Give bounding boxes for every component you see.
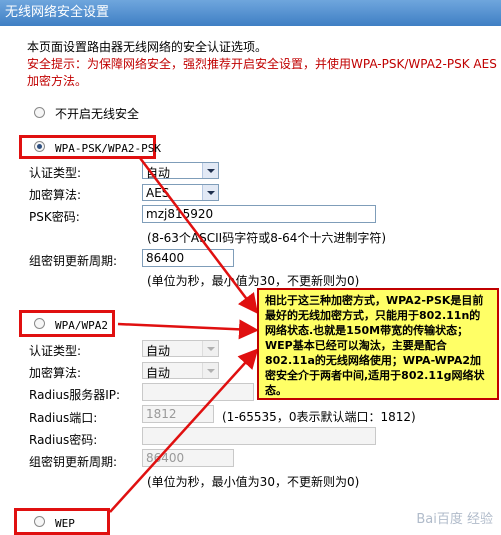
watermark: Bai百度 经验 xyxy=(416,512,493,527)
annotation-arrows xyxy=(109,157,259,513)
arrow-wpa-psk xyxy=(139,157,259,314)
explanation-callout: 相比于这三种加密方式，WPA2-PSK是目前最好的无线加密方式，只能用于802.… xyxy=(257,288,499,400)
arrow-wep xyxy=(109,348,259,513)
arrow-wpa xyxy=(117,319,259,340)
